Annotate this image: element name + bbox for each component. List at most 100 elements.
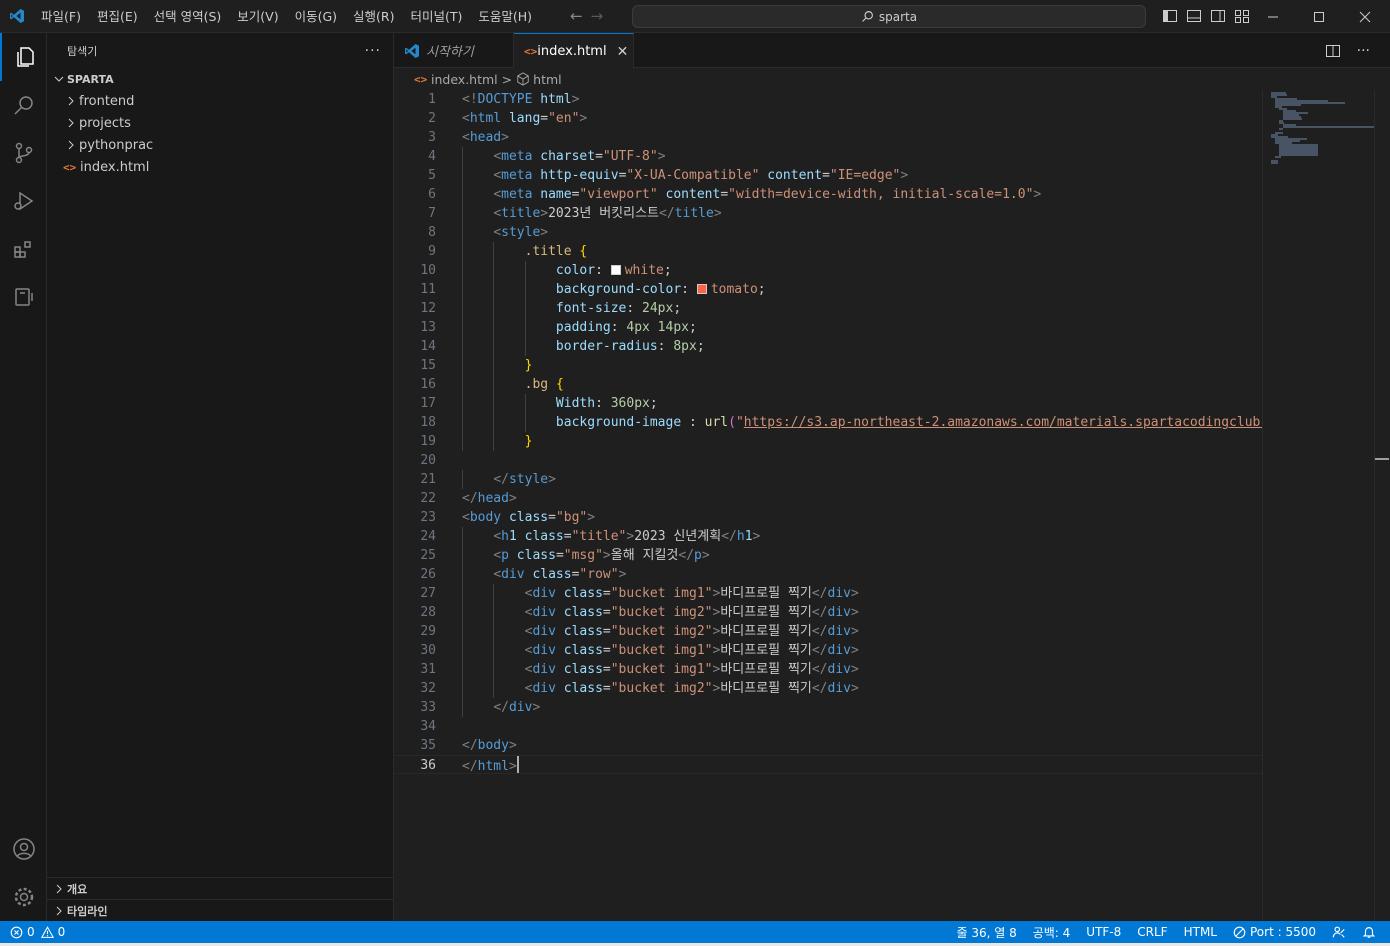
cursor-position[interactable]: 줄 36, 열 8	[956, 924, 1016, 941]
line-number: 13	[420, 320, 436, 335]
code-line[interactable]: 11 background-color: tomato;	[394, 280, 1262, 299]
forward-arrow-icon[interactable]: →	[591, 7, 604, 25]
code-line[interactable]: 36 </html>	[394, 755, 1262, 774]
menu-item[interactable]: 이동(G)	[287, 0, 345, 33]
indentation[interactable]: 공백: 4	[1033, 924, 1071, 941]
toggle-panel-icon[interactable]	[1186, 8, 1202, 24]
tab-welcome[interactable]: 시작하기	[394, 33, 514, 68]
more-actions-icon[interactable]: ···	[1357, 43, 1370, 59]
menu-item[interactable]: 도움말(H)	[470, 0, 540, 33]
vertical-scrollbar[interactable]	[1374, 90, 1389, 921]
menu-item[interactable]: 편집(E)	[89, 0, 146, 33]
explorer-icon[interactable]	[0, 33, 47, 81]
customize-layout-icon[interactable]	[1234, 8, 1250, 24]
code-line[interactable]: 22 </head>	[394, 489, 1262, 508]
code-line[interactable]: 14 border-radius: 8px;	[394, 337, 1262, 356]
menu-item[interactable]: 실행(R)	[345, 0, 402, 33]
breadcrumb-node[interactable]: html	[533, 72, 561, 87]
code-line[interactable]: 23 <body class="bg">	[394, 508, 1262, 527]
code-line[interactable]: 16 .bg {	[394, 375, 1262, 394]
code-line[interactable]: 29 <div class="bucket img2">바디프로필 찍기</di…	[394, 622, 1262, 641]
account-icon[interactable]	[0, 825, 47, 873]
code-line[interactable]: 25 <p class="msg">올해 지킬것</p>	[394, 546, 1262, 565]
more-actions-icon[interactable]: ···	[365, 43, 381, 59]
menu-item[interactable]: 터미널(T)	[403, 0, 471, 33]
tree-folder-projects[interactable]: projects	[47, 112, 393, 134]
breadcrumb-file[interactable]: index.html	[431, 72, 498, 87]
code-line[interactable]: 15 }	[394, 356, 1262, 375]
toggle-primary-sidebar-icon[interactable]	[1162, 8, 1178, 24]
close-window-button[interactable]	[1342, 0, 1388, 33]
code-line[interactable]: 35 </body>	[394, 736, 1262, 755]
code-line[interactable]: 20	[394, 451, 1262, 470]
code-line[interactable]: 5 <meta http-equiv="X-UA-Compatible" con…	[394, 166, 1262, 185]
command-center-search[interactable]: sparta	[632, 5, 1146, 28]
source-control-icon[interactable]	[0, 129, 47, 177]
code-line[interactable]: 31 <div class="bucket img1">바디프로필 찍기</di…	[394, 660, 1262, 679]
tree-file-index-html[interactable]: <> index.html	[47, 156, 393, 178]
code-text: </html>	[462, 756, 519, 776]
code-line[interactable]: 34	[394, 717, 1262, 736]
code-line[interactable]: 27 <div class="bucket img1">바디프로필 찍기</di…	[394, 584, 1262, 603]
code-line[interactable]: 18 background-image : url("https://s3.ap…	[394, 413, 1276, 432]
code-line[interactable]: 21 </style>	[394, 470, 1262, 489]
code-line[interactable]: 32 <div class="bucket img2">바디프로필 찍기</di…	[394, 679, 1262, 698]
minimap[interactable]	[1262, 90, 1375, 921]
code-line[interactable]: 26 <div class="row">	[394, 565, 1262, 584]
code-line[interactable]: 13 padding: 4px 14px;	[394, 318, 1262, 337]
timeline-section[interactable]: 타임라인	[47, 899, 394, 921]
code-line[interactable]: 4 <meta charset="UTF-8">	[394, 147, 1262, 166]
code-line[interactable]: 28 <div class="bucket img2">바디프로필 찍기</di…	[394, 603, 1262, 622]
menu-item[interactable]: 선택 영역(S)	[146, 0, 230, 33]
problems-indicator[interactable]: 0 0	[0, 925, 65, 939]
encoding[interactable]: UTF-8	[1086, 925, 1121, 939]
code-line[interactable]: 1 <!DOCTYPE html>	[394, 90, 1262, 109]
code-line[interactable]: 6 <meta name="viewport" content="width=d…	[394, 185, 1262, 204]
code-text: border-radius: 8px;	[555, 339, 705, 354]
menu-item[interactable]: 파일(F)	[33, 0, 89, 33]
line-number: 8	[428, 225, 436, 240]
close-tab-icon[interactable]: ✕	[617, 44, 629, 60]
maximize-button[interactable]	[1296, 0, 1342, 33]
menu-item[interactable]: 보기(V)	[229, 0, 286, 33]
split-editor-icon[interactable]	[1325, 43, 1341, 59]
toggle-secondary-sidebar-icon[interactable]	[1210, 8, 1226, 24]
code-line[interactable]: 10 color: white;	[394, 261, 1262, 280]
code-line[interactable]: 2 <html lang="en">	[394, 109, 1262, 128]
end-of-line[interactable]: CRLF	[1137, 925, 1167, 939]
live-server-port[interactable]: Port : 5500	[1233, 925, 1316, 939]
code-line[interactable]: 12 font-size: 24px;	[394, 299, 1262, 318]
feedback-icon[interactable]	[1332, 925, 1346, 939]
remote-explorer-icon[interactable]	[0, 273, 47, 321]
language-mode[interactable]: HTML	[1184, 925, 1217, 939]
code-line[interactable]: 9 .title {	[394, 242, 1262, 261]
notifications-bell-icon[interactable]	[1362, 925, 1376, 939]
code-line[interactable]: 3 <head>	[394, 128, 1262, 147]
back-arrow-icon[interactable]: ←	[570, 7, 583, 25]
tree-folder-frontend[interactable]: frontend	[47, 90, 393, 112]
settings-gear-icon[interactable]	[0, 873, 47, 921]
code-line[interactable]: 24 <h1 class="title">2023 신년계획</h1>	[394, 527, 1262, 546]
code-line[interactable]: 8 <style>	[394, 223, 1262, 242]
tab-index-html[interactable]: <> index.html ✕	[514, 33, 634, 69]
activity-bar	[0, 33, 47, 921]
code-line[interactable]: 33 </div>	[394, 698, 1262, 717]
maximize-icon	[1314, 11, 1324, 22]
code-line[interactable]: 17 Width: 360px;	[394, 394, 1262, 413]
code-line[interactable]: 7 <title>2023년 버킷리스트</title>	[394, 204, 1262, 223]
block-icon	[1233, 926, 1246, 938]
workspace-root[interactable]: SPARTA	[47, 68, 393, 90]
extensions-icon[interactable]	[0, 225, 47, 273]
search-icon[interactable]	[0, 81, 47, 129]
line-number: 36	[420, 758, 436, 773]
run-debug-icon[interactable]	[0, 177, 47, 225]
code-line[interactable]: 19 }	[394, 432, 1262, 451]
minimize-button[interactable]	[1250, 0, 1296, 33]
code-line[interactable]: 30 <div class="bucket img1">바디프로필 찍기</di…	[394, 641, 1262, 660]
code-text: <div class="row">	[493, 567, 627, 582]
line-number: 32	[420, 681, 436, 696]
tree-folder-pythonprac[interactable]: pythonprac	[47, 134, 393, 156]
outline-section[interactable]: 개요	[47, 877, 394, 899]
outline-label: 개요	[67, 882, 88, 896]
code-editor[interactable]: 1 <!DOCTYPE html> 2 <html lang="en"> 3 <head>…	[394, 90, 1276, 921]
